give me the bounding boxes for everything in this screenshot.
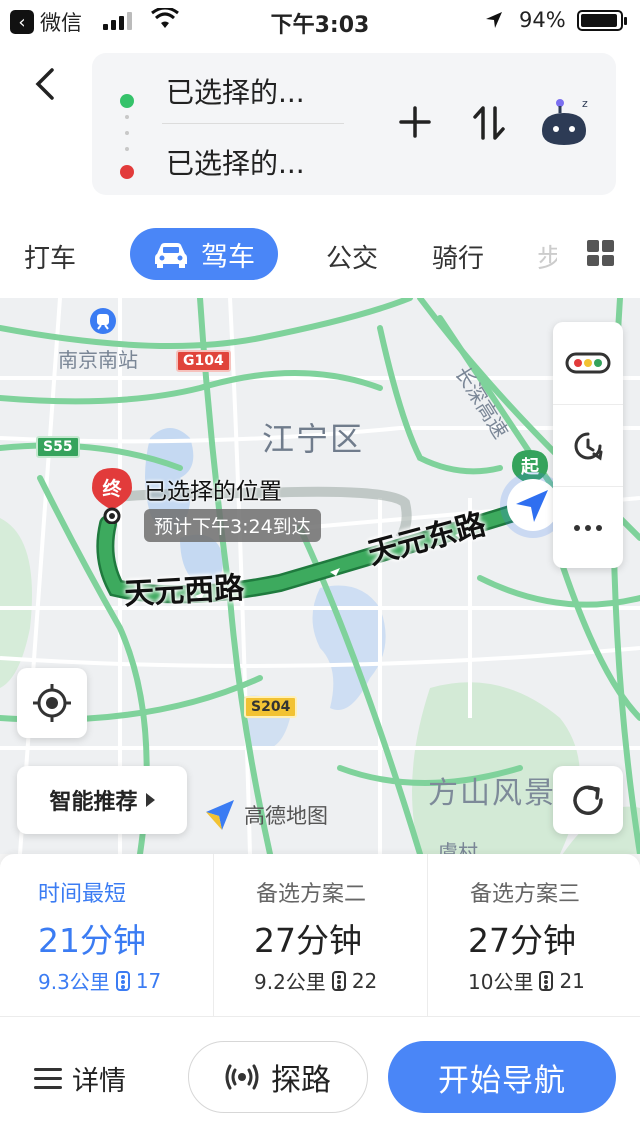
- route-option-meta: 10公里 21: [468, 966, 585, 995]
- tab-transit[interactable]: 公交: [326, 238, 378, 275]
- route-option-distance: 9.3公里: [38, 970, 110, 994]
- smart-recommend-button[interactable]: 智能推荐: [17, 766, 187, 834]
- route-option-lights: 17: [135, 968, 162, 993]
- explore-label: 探路: [271, 1063, 331, 1098]
- add-waypoint-icon[interactable]: [398, 105, 432, 139]
- amap-logo: 高德地图: [204, 798, 328, 832]
- start-navigation-button[interactable]: 开始导航: [388, 1041, 616, 1113]
- car-icon: [155, 243, 187, 268]
- route-option-meta: 9.2公里 22: [254, 966, 377, 995]
- start-dot-icon: [120, 94, 134, 108]
- field-divider: [162, 123, 344, 124]
- map-view[interactable]: 南京南站 G104 S55 S204 江宁区 长深高速 方山风景 虞村 天元西路…: [0, 298, 640, 854]
- location-services-icon: [486, 12, 502, 28]
- road-badge-s204: S204: [244, 696, 298, 718]
- clock-icon: [574, 432, 603, 461]
- route-option-alt-3[interactable]: 备选方案三 27分钟 10公里 21: [427, 854, 640, 1016]
- traffic-light-icon: [331, 970, 346, 991]
- destination-label: 已选择的位置: [144, 479, 282, 505]
- route-input-box: 已选择的... 已选择的... z: [92, 53, 616, 195]
- refresh-icon: [573, 785, 603, 815]
- road-badge-g104: G104: [176, 350, 231, 372]
- route-option-time: 27分钟: [468, 921, 576, 960]
- route-options: 时间最短 21分钟 9.3公里 17 备选方案二 27分钟 9.2公里 22 备…: [0, 854, 640, 1016]
- travel-mode-tabs: 打车 驾车 公交 骑行 步: [0, 210, 640, 298]
- train-station-icon[interactable]: [88, 306, 118, 336]
- route-option-time: 27分钟: [254, 921, 362, 960]
- route-option-meta: 9.3公里 17: [38, 966, 161, 995]
- route-option-alt-2[interactable]: 备选方案二 27分钟 9.2公里 22: [213, 854, 426, 1016]
- more-options-button[interactable]: [553, 486, 623, 568]
- details-label: 详情: [72, 1066, 126, 1097]
- svg-text:z: z: [582, 97, 588, 110]
- district-label: 江宁区: [262, 420, 365, 458]
- tab-taxi[interactable]: 打车: [24, 238, 76, 275]
- list-icon: [34, 1067, 62, 1090]
- end-pin-label: 终: [102, 478, 122, 500]
- traffic-light-icon: [115, 970, 130, 991]
- traffic-light-icon: [539, 970, 554, 991]
- refresh-route-button[interactable]: [553, 766, 623, 834]
- locate-crosshair-icon: [33, 684, 71, 722]
- village-label-partial: 虞村: [438, 840, 478, 854]
- route-option-distance: 10公里: [468, 970, 534, 994]
- back-icon[interactable]: [28, 66, 64, 102]
- battery-icon: [577, 10, 627, 31]
- details-button[interactable]: 详情: [34, 1059, 126, 1098]
- map-side-tools: [553, 322, 623, 568]
- route-header: 已选择的... 已选择的... z: [0, 40, 640, 210]
- eta-chip: 预计下午3:24到达: [144, 509, 321, 542]
- amap-logo-icon: [206, 800, 234, 830]
- route-option-time: 21分钟: [38, 921, 146, 960]
- traffic-toggle-button[interactable]: [553, 322, 623, 404]
- end-location-field[interactable]: 已选择的...: [166, 142, 305, 182]
- route-option-label: 时间最短: [38, 882, 127, 907]
- road-name-tianyuan-west: 天元西路: [123, 570, 246, 613]
- explore-route-button[interactable]: 探路: [188, 1041, 368, 1113]
- broadcast-icon: [225, 1064, 259, 1090]
- end-dot-icon: [120, 165, 134, 179]
- start-location-field[interactable]: 已选择的...: [166, 71, 305, 111]
- smart-recommend-label: 智能推荐: [49, 790, 138, 815]
- traffic-light-icon: [565, 352, 611, 374]
- status-bar: ‹ 微信 下午3:03 94%: [0, 0, 640, 40]
- bottom-action-bar: 详情 探路 开始导航: [0, 1016, 640, 1136]
- locate-me-button[interactable]: [17, 668, 87, 738]
- play-triangle-icon: [145, 793, 155, 807]
- time-planning-button[interactable]: [553, 404, 623, 486]
- tab-walk-partial[interactable]: 步: [537, 238, 557, 275]
- route-option-label: 备选方案三: [470, 882, 581, 907]
- tab-drive[interactable]: 驾车: [130, 228, 278, 280]
- route-connector: [125, 115, 129, 151]
- route-option-lights: 22: [351, 968, 378, 993]
- route-option-fastest[interactable]: 时间最短 21分钟 9.3公里 17: [0, 854, 213, 1016]
- station-label[interactable]: 南京南站: [58, 344, 138, 373]
- more-modes-icon[interactable]: [587, 240, 614, 266]
- amap-logo-text: 高德地图: [244, 804, 328, 828]
- tab-drive-label: 驾车: [201, 241, 255, 273]
- scenic-area-label: 方山风景: [428, 776, 556, 811]
- swap-route-icon[interactable]: [472, 105, 506, 141]
- route-option-distance: 9.2公里: [254, 970, 326, 994]
- battery-percent: 94%: [519, 8, 566, 32]
- assistant-robot-icon[interactable]: z: [538, 93, 592, 149]
- more-dots-icon: [574, 524, 602, 531]
- end-pin[interactable]: 终: [88, 466, 136, 525]
- road-badge-s55: S55: [36, 436, 80, 458]
- route-option-label: 备选方案二: [256, 882, 367, 907]
- tab-bike[interactable]: 骑行: [432, 238, 484, 275]
- route-option-lights: 21: [559, 968, 585, 993]
